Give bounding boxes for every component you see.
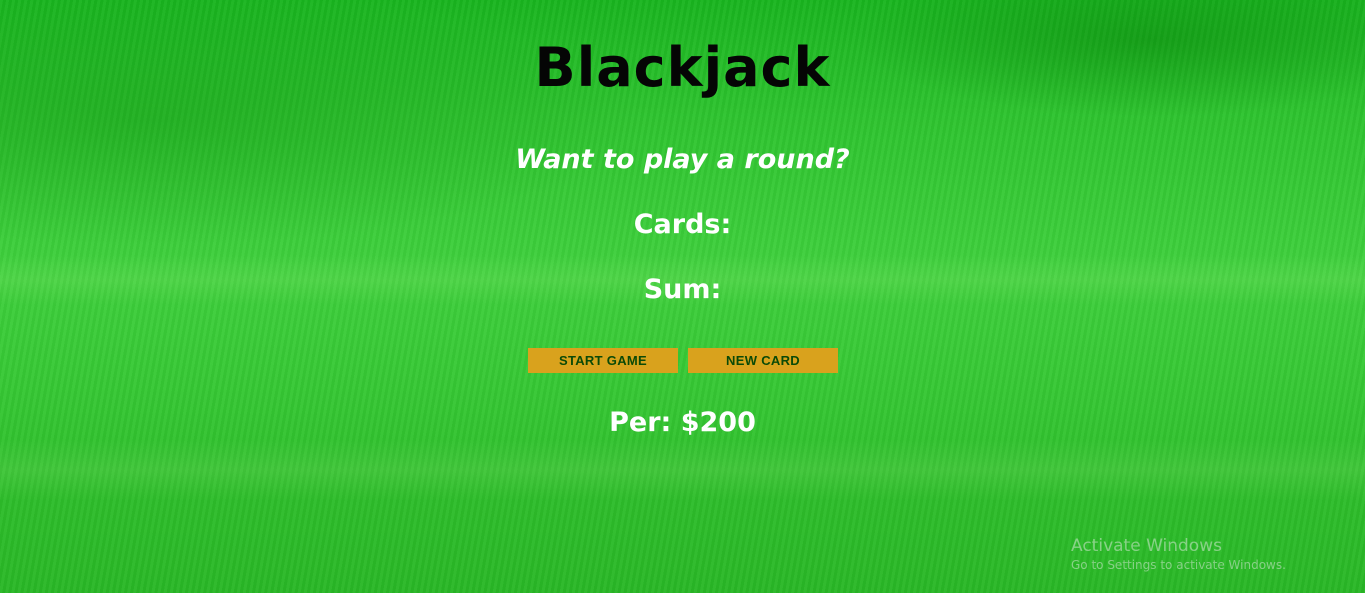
watermark-subtitle: Go to Settings to activate Windows. [1071, 558, 1286, 572]
watermark-title: Activate Windows [1071, 536, 1222, 556]
player-info: Per: $200 [609, 407, 756, 438]
page-title: Blackjack [534, 36, 831, 99]
new-card-button[interactable]: NEW CARD [688, 348, 838, 373]
button-row: START GAME NEW CARD [528, 348, 838, 373]
cards-display: Cards: [633, 209, 732, 240]
start-game-button[interactable]: START GAME [528, 348, 678, 373]
activate-windows-watermark: Activate Windows Go to Settings to activ… [1071, 535, 1286, 573]
grass-texture [0, 440, 1365, 500]
sum-display: Sum: [643, 274, 722, 305]
message-text: Want to play a round? [515, 144, 850, 175]
